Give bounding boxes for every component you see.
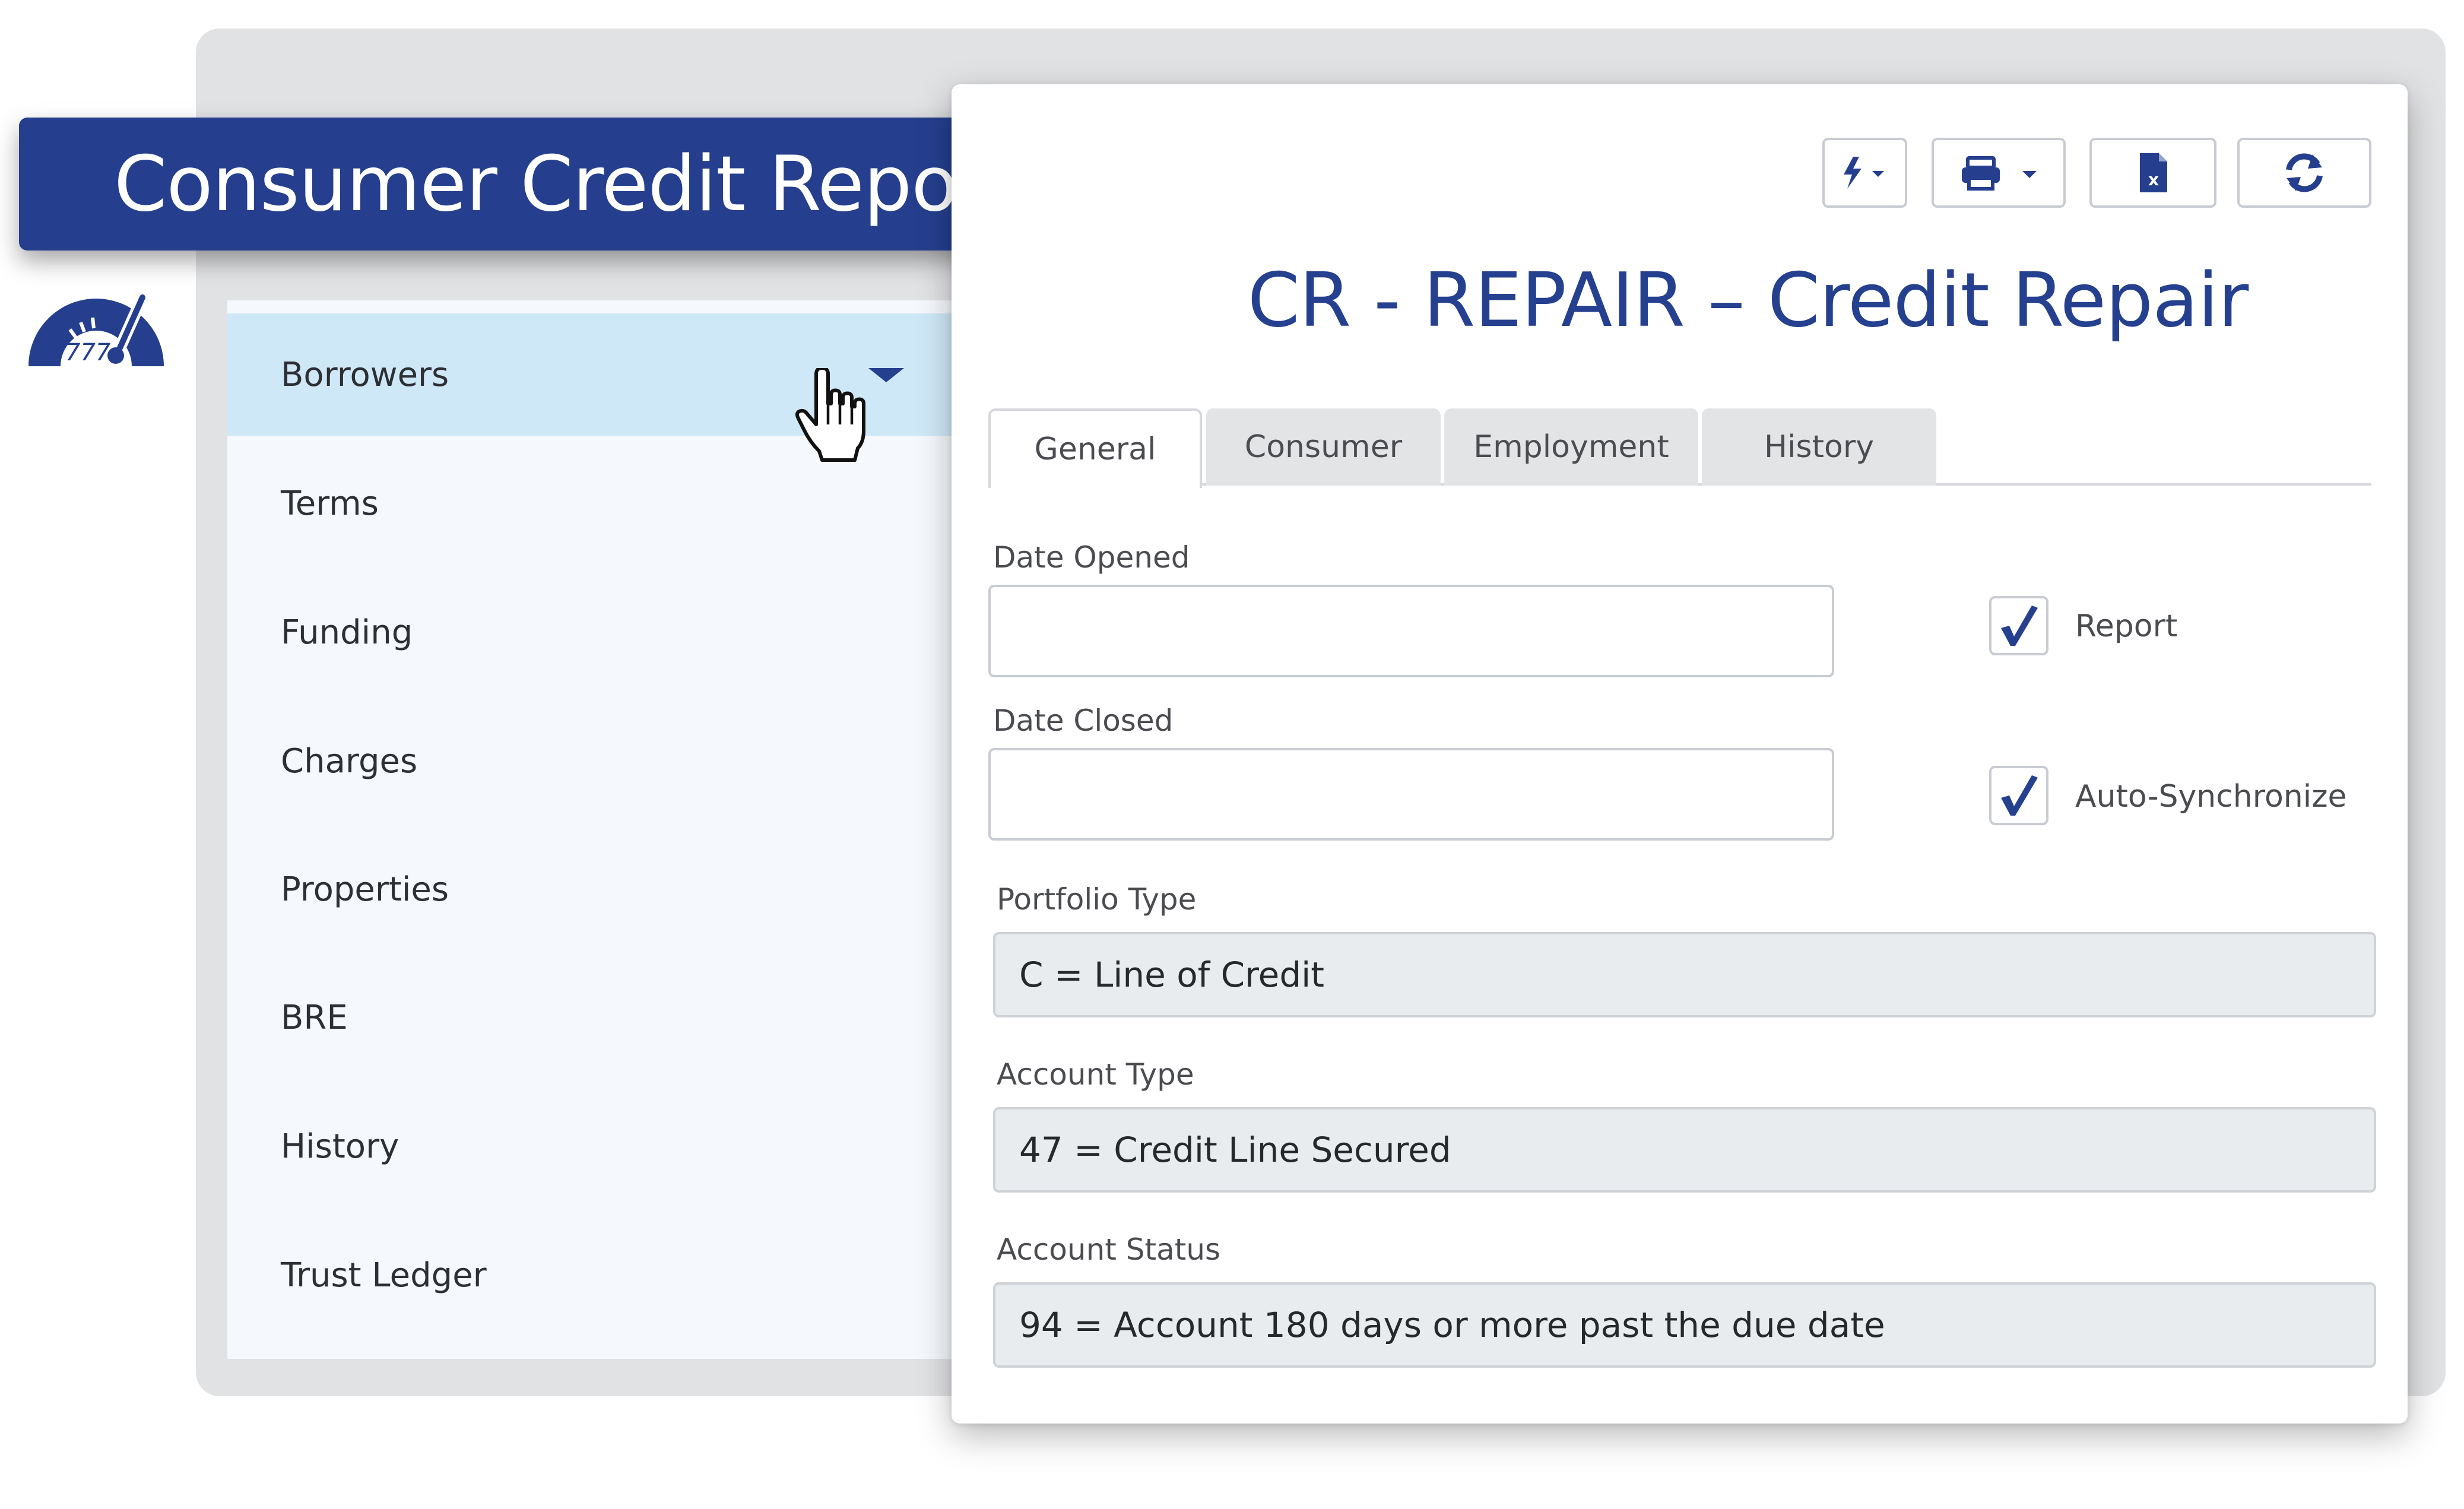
account-type-value: 47 = Credit Line Secured xyxy=(1019,1130,1451,1170)
date-closed-label: Date Closed xyxy=(993,703,1174,738)
report-label: Report xyxy=(2075,608,2178,644)
account-type-label: Account Type xyxy=(997,1057,1194,1092)
account-status-select[interactable]: 94 = Account 180 days or more past the d… xyxy=(993,1282,2376,1368)
chevron-down-icon xyxy=(2022,171,2037,178)
tab-label: History xyxy=(1764,429,1874,465)
checkmark-icon xyxy=(2001,605,2038,646)
account-type-select[interactable]: 47 = Credit Line Secured xyxy=(993,1107,2376,1193)
tab-consumer[interactable]: Consumer xyxy=(1206,408,1441,486)
sidebar-item-label: Funding xyxy=(281,613,413,652)
date-opened-input[interactable] xyxy=(988,585,1834,677)
printer-icon xyxy=(1962,156,2000,191)
tab-label: Employment xyxy=(1473,429,1669,465)
sidebar-item-label: BRE xyxy=(281,998,348,1037)
date-opened-label: Date Opened xyxy=(993,540,1190,575)
auto-synchronize-checkbox[interactable] xyxy=(1989,766,2048,825)
auto-synchronize-label: Auto-Synchronize xyxy=(2075,779,2347,814)
export-excel-button[interactable]: x xyxy=(2089,138,2216,208)
report-checkbox[interactable] xyxy=(1989,596,2048,655)
refresh-button[interactable] xyxy=(2237,138,2371,208)
sidebar-item-label: Terms xyxy=(281,484,379,523)
print-button[interactable] xyxy=(1932,138,2066,208)
svg-text:x: x xyxy=(2148,170,2159,189)
tab-history[interactable]: History xyxy=(1702,408,1936,486)
account-status-value: 94 = Account 180 days or more past the d… xyxy=(1019,1305,1885,1345)
sidebar-item-label: Trust Ledger xyxy=(281,1256,487,1295)
credit-repair-form: x CR - REPAIR – Credit Repair General Co… xyxy=(952,84,2408,1424)
tab-employment[interactable]: Employment xyxy=(1444,408,1698,486)
sidebar-item-bre[interactable]: BRE xyxy=(227,956,987,1079)
form-title: CR - REPAIR – Credit Repair xyxy=(1247,256,2249,344)
sidebar-item-funding[interactable]: Funding xyxy=(227,571,987,693)
sidebar-item-label: Borrowers xyxy=(281,355,449,394)
portfolio-type-value: C = Line of Credit xyxy=(1019,955,1325,995)
sidebar-item-history[interactable]: History xyxy=(227,1085,987,1207)
tab-general[interactable]: General xyxy=(988,408,1202,488)
checkmark-icon xyxy=(2001,775,2038,816)
sidebar-item-properties[interactable]: Properties xyxy=(227,828,987,950)
refresh-icon xyxy=(2286,153,2323,192)
excel-icon: x xyxy=(2140,153,2167,192)
sidebar-item-label: History xyxy=(281,1127,399,1166)
gauge-logo-icon: 777 xyxy=(28,294,164,366)
tab-label: Consumer xyxy=(1244,429,1403,465)
sidebar-item-terms[interactable]: Terms xyxy=(227,442,987,565)
lightning-icon xyxy=(1843,157,1862,189)
svg-text:777: 777 xyxy=(65,339,111,366)
portfolio-type-label: Portfolio Type xyxy=(997,882,1197,917)
chevron-down-icon xyxy=(1872,171,1884,177)
portfolio-type-select[interactable]: C = Line of Credit xyxy=(993,932,2376,1017)
sidebar-item-charges[interactable]: Charges xyxy=(227,700,987,822)
hand-cursor-icon xyxy=(795,368,865,462)
tab-label: General xyxy=(1034,432,1156,467)
sidebar-item-borrowers[interactable]: Borrowers xyxy=(227,313,987,436)
date-closed-input[interactable] xyxy=(988,748,1834,841)
actions-button[interactable] xyxy=(1822,138,1907,208)
sidebar-nav: Borrowers Terms Funding Charges Properti… xyxy=(227,300,987,1359)
sidebar-item-trust-ledger[interactable]: Trust Ledger xyxy=(227,1214,987,1336)
sidebar-item-label: Charges xyxy=(281,741,418,781)
account-status-label: Account Status xyxy=(997,1232,1221,1267)
caret-down-icon[interactable] xyxy=(868,368,904,382)
sidebar-item-label: Properties xyxy=(281,870,449,909)
